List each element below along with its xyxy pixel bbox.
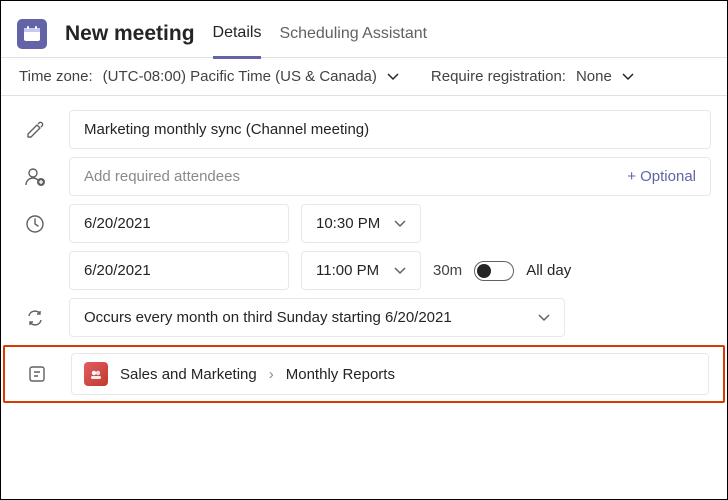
add-person-icon xyxy=(17,166,53,188)
tab-scheduling-assistant[interactable]: Scheduling Assistant xyxy=(279,11,427,57)
chevron-down-icon xyxy=(387,71,399,83)
chevron-down-icon xyxy=(538,312,550,324)
start-time-value: 10:30 PM xyxy=(316,215,380,232)
team-name: Sales and Marketing xyxy=(120,366,257,383)
pencil-icon xyxy=(17,120,53,140)
timezone-dropdown[interactable]: Time zone: (UTC-08:00) Pacific Time (US … xyxy=(19,68,399,85)
recurrence-dropdown[interactable]: Occurs every month on third Sunday start… xyxy=(69,298,565,337)
required-attendees-input[interactable]: Add required attendees + Optional xyxy=(69,157,711,196)
page-title: New meeting xyxy=(65,22,195,46)
require-registration-label: Require registration: xyxy=(431,68,566,85)
end-date-value: 6/20/2021 xyxy=(84,262,151,279)
end-date-input[interactable]: 6/20/2021 xyxy=(69,251,289,290)
require-registration-value: None xyxy=(576,68,612,85)
end-time-value: 11:00 PM xyxy=(316,262,379,279)
tab-details[interactable]: Details xyxy=(213,10,262,59)
clock-icon xyxy=(17,214,53,234)
all-day-toggle[interactable] xyxy=(474,261,514,281)
duration-label: 30m xyxy=(433,262,462,279)
add-optional-link[interactable]: + Optional xyxy=(627,168,696,185)
channel-section-highlight: Sales and Marketing › Monthly Reports xyxy=(3,345,725,403)
timezone-value: (UTC-08:00) Pacific Time (US & Canada) xyxy=(103,68,377,85)
channel-selector[interactable]: Sales and Marketing › Monthly Reports xyxy=(71,353,709,395)
require-registration-dropdown[interactable]: Require registration: None xyxy=(431,68,634,85)
recurrence-icon xyxy=(17,308,53,328)
start-date-input[interactable]: 6/20/2021 xyxy=(69,204,289,243)
meeting-title-value: Marketing monthly sync (Channel meeting) xyxy=(84,121,369,138)
calendar-app-icon xyxy=(17,19,47,49)
start-time-dropdown[interactable]: 10:30 PM xyxy=(301,204,421,243)
chevron-down-icon xyxy=(622,71,634,83)
chevron-down-icon xyxy=(394,265,406,277)
end-time-dropdown[interactable]: 11:00 PM xyxy=(301,251,421,290)
timezone-label: Time zone: xyxy=(19,68,93,85)
all-day-label: All day xyxy=(526,262,571,279)
meeting-title-input[interactable]: Marketing monthly sync (Channel meeting) xyxy=(69,110,711,149)
start-date-value: 6/20/2021 xyxy=(84,215,151,232)
recurrence-value: Occurs every month on third Sunday start… xyxy=(84,309,452,326)
team-avatar-icon xyxy=(84,362,108,386)
attendees-placeholder: Add required attendees xyxy=(84,168,240,185)
chevron-down-icon xyxy=(394,218,406,230)
channel-icon xyxy=(19,364,55,384)
breadcrumb-separator: › xyxy=(269,366,274,383)
channel-name: Monthly Reports xyxy=(286,366,395,383)
